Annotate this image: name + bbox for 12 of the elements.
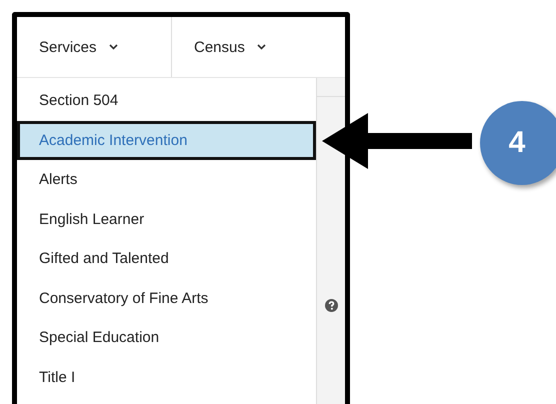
- menu-item[interactable]: Special Education: [17, 318, 316, 358]
- help-icon: [324, 299, 338, 312]
- menu-item[interactable]: Gifted and Talented: [17, 239, 316, 278]
- step-badge: 4: [480, 101, 556, 185]
- caret-icon: [108, 44, 118, 50]
- menu-item[interactable]: Title I: [17, 358, 316, 397]
- menu-item[interactable]: Conservatory of Fine Arts: [17, 278, 316, 318]
- menu-item[interactable]: Alerts: [17, 160, 316, 200]
- caret-icon: [256, 44, 266, 50]
- menu-item[interactable]: Section 504: [17, 81, 316, 120]
- menu-item[interactable]: English Learner: [17, 200, 316, 239]
- menu-item[interactable]: Academic Intervention: [17, 120, 316, 160]
